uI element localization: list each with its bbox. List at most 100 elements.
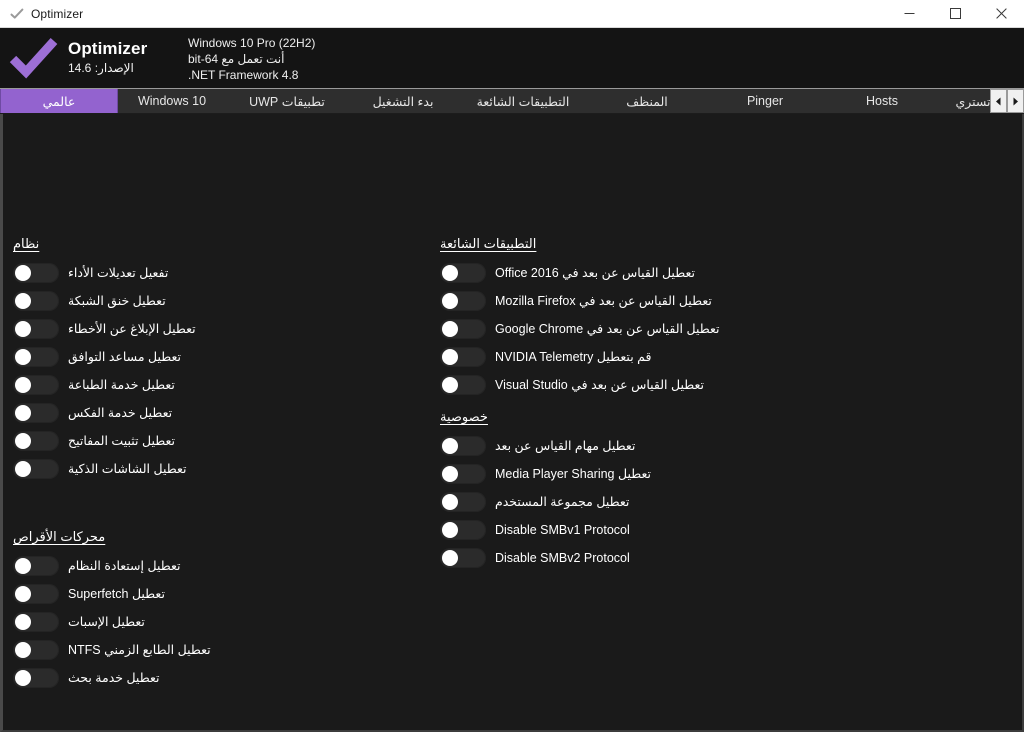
system-info-arch: أنت تعمل مع 64-bit — [188, 51, 285, 66]
toggle-knob — [15, 461, 31, 477]
option-row: تعطيل خدمة الفكس — [13, 399, 196, 427]
toggle-switch[interactable] — [13, 403, 59, 423]
option-row: تفعيل تعديلات الأداء — [13, 259, 196, 287]
option-row: تعطيل خدمة الطباعة — [13, 371, 196, 399]
option-row: تعطيل مساعد التوافق — [13, 343, 196, 371]
toggle-switch[interactable] — [440, 464, 486, 484]
minimize-button[interactable] — [886, 0, 932, 27]
tab-7[interactable]: Hosts — [824, 89, 940, 113]
option-row: تعطيل Media Player Sharing — [440, 460, 651, 488]
toggle-switch[interactable] — [440, 436, 486, 456]
toggle-switch[interactable] — [440, 319, 486, 339]
toggle-knob — [15, 321, 31, 337]
toggle-knob — [15, 405, 31, 421]
toggle-switch[interactable] — [440, 291, 486, 311]
titlebar-left-group: Optimizer — [0, 7, 83, 21]
toggle-switch[interactable] — [13, 347, 59, 367]
option-label: تعطيل القياس عن بعد في Office 2016 — [495, 266, 695, 280]
brand-block: Optimizer الإصدار: 14.6 — [68, 39, 180, 77]
toggle-switch[interactable] — [440, 492, 486, 512]
option-label: تعطيل الشاشات الذكية — [68, 462, 187, 476]
tab-4[interactable]: التطبيقات الشائعة — [458, 89, 588, 113]
option-row: تعطيل إستعادة النظام — [13, 552, 211, 580]
toggle-knob — [15, 614, 31, 630]
tab-label: بدء التشغيل — [372, 94, 434, 109]
tab-5[interactable]: المنظف — [588, 89, 706, 113]
toggle-knob — [442, 293, 458, 309]
system-info-os: Windows 10 Pro (22H2) — [188, 35, 316, 50]
toggle-knob — [15, 670, 31, 686]
toggle-knob — [15, 349, 31, 365]
tab-label: Hosts — [866, 94, 898, 108]
system-info-framework: .NET Framework 4.8 — [188, 67, 299, 82]
option-label: تعطيل الإسبات — [68, 615, 145, 629]
toggle-switch[interactable] — [440, 375, 486, 395]
tab-2[interactable]: تطبيقات UWP — [226, 89, 348, 113]
app-version: الإصدار: 14.6 — [68, 61, 134, 75]
option-row: تعطيل القياس عن بعد في Office 2016 — [440, 259, 720, 287]
tab-label: Pinger — [746, 94, 784, 108]
tab-label: Windows 10 — [137, 94, 207, 108]
toggle-switch[interactable] — [440, 548, 486, 568]
section-title: نظام — [13, 236, 40, 251]
toggle-switch[interactable] — [13, 640, 59, 660]
option-row: تعطيل الشاشات الذكية — [13, 455, 196, 483]
tab-scroll-right-button[interactable] — [1007, 89, 1024, 113]
maximize-button[interactable] — [932, 0, 978, 27]
tab-3[interactable]: بدء التشغيل — [348, 89, 458, 113]
toggle-knob — [442, 349, 458, 365]
close-button[interactable] — [978, 0, 1024, 27]
toggle-switch[interactable] — [440, 520, 486, 540]
toggle-switch[interactable] — [13, 459, 59, 479]
tab-label: تطبيقات UWP — [249, 94, 325, 109]
toggle-switch[interactable] — [13, 612, 59, 632]
toggle-switch[interactable] — [13, 431, 59, 451]
option-list: تعطيل مهام القياس عن بعد تعطيل Media Play… — [440, 432, 651, 572]
toggle-knob — [15, 265, 31, 281]
system-info: Windows 10 Pro (22H2) أنت تعمل مع 64-bit… — [188, 34, 315, 83]
toggle-knob — [15, 586, 31, 602]
option-list: تفعيل تعديلات الأداء تعطيل خنق الشبكة تعطي… — [13, 259, 196, 483]
option-label: تعطيل خنق الشبكة — [68, 294, 166, 308]
option-row: تعطيل تثبيت المفاتيح — [13, 427, 196, 455]
section: خصوصية تعطيل مهام القياس عن بعد تعطيل Medi… — [440, 409, 651, 572]
toggle-switch[interactable] — [13, 556, 59, 576]
toggle-switch[interactable] — [13, 668, 59, 688]
toggle-knob — [442, 321, 458, 337]
toggle-switch[interactable] — [13, 375, 59, 395]
toggle-knob — [442, 438, 458, 454]
toggle-knob — [15, 377, 31, 393]
tab-strip: عالمي Windows 10 تطبيقات UWP بدء التشغيل الت… — [0, 88, 1024, 114]
toggle-switch[interactable] — [13, 291, 59, 311]
section: نظام تفعيل تعديلات الأداء تعطيل خنق الشبكة… — [13, 236, 196, 483]
toggle-switch[interactable] — [440, 263, 486, 283]
option-label: قم بتعطيل NVIDIA Telemetry — [495, 350, 652, 364]
option-row: Disable SMBv1 Protocol — [440, 516, 651, 544]
toggle-switch[interactable] — [13, 584, 59, 604]
option-label: تعطيل مساعد التوافق — [68, 350, 182, 364]
tab-scroll-left-button[interactable] — [990, 89, 1007, 113]
option-label: تعطيل القياس عن بعد في Google Chrome — [495, 322, 720, 336]
toggle-knob — [442, 522, 458, 538]
app-window: Optimizer Optimizer الإصدار: 14.6 Window — [0, 0, 1024, 732]
tab-1[interactable]: Windows 10 — [118, 89, 226, 113]
purple-checkmark-logo-icon — [8, 36, 60, 80]
option-row: تعطيل القياس عن بعد في Mozilla Firefox — [440, 287, 720, 315]
option-row: تعطيل الإبلاغ عن الأخطاء — [13, 315, 196, 343]
option-row: تعطيل خنق الشبكة — [13, 287, 196, 315]
toggle-switch[interactable] — [440, 347, 486, 367]
tab-6[interactable]: Pinger — [706, 89, 824, 113]
option-row: تعطيل خدمة بحث — [13, 664, 211, 692]
option-label: Disable SMBv2 Protocol — [495, 551, 630, 565]
tab-scroll-buttons — [990, 89, 1024, 113]
toggle-switch[interactable] — [13, 263, 59, 283]
option-row: تعطيل Superfetch — [13, 580, 211, 608]
option-label: تعطيل خدمة بحث — [68, 671, 160, 685]
toggle-switch[interactable] — [13, 319, 59, 339]
toggle-knob — [442, 494, 458, 510]
tab-label: تستري — [955, 94, 991, 109]
window-titlebar: Optimizer — [0, 0, 1024, 28]
window-controls — [886, 0, 1024, 27]
tab-0[interactable]: عالمي — [0, 89, 118, 113]
option-row: تعطيل مهام القياس عن بعد — [440, 432, 651, 460]
